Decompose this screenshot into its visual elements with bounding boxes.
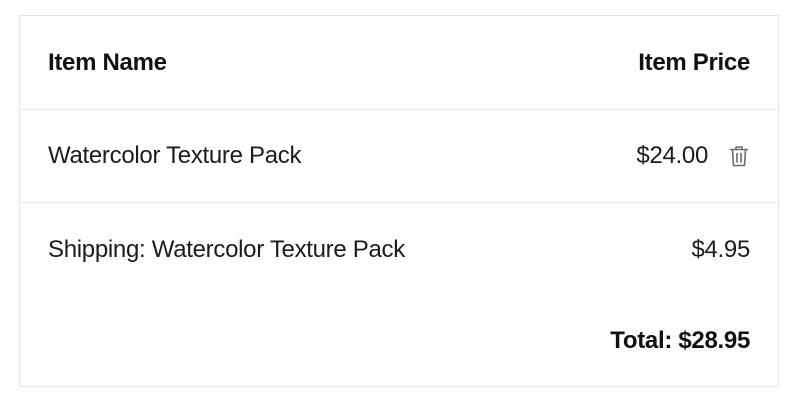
remove-item-button[interactable] xyxy=(728,143,750,169)
item-price: $24.00 xyxy=(636,142,708,169)
item-name: Watercolor Texture Pack xyxy=(48,142,302,169)
column-header-item-name: Item Name xyxy=(48,48,167,76)
order-total: Total: $28.95 xyxy=(610,327,750,354)
item-name: Shipping: Watercolor Texture Pack xyxy=(48,235,405,263)
item-price: $4.95 xyxy=(691,235,750,263)
table-row: Shipping: Watercolor Texture Pack $4.95 xyxy=(20,203,778,296)
column-header-item-price: Item Price xyxy=(638,48,750,76)
trash-icon xyxy=(729,146,749,167)
table-header-row: Item Name Item Price xyxy=(20,16,778,110)
table-row: Watercolor Texture Pack $24.00 xyxy=(20,110,778,203)
order-summary-table: Item Name Item Price Watercolor Texture … xyxy=(19,15,779,387)
total-row: Total: $28.95 xyxy=(20,296,778,386)
